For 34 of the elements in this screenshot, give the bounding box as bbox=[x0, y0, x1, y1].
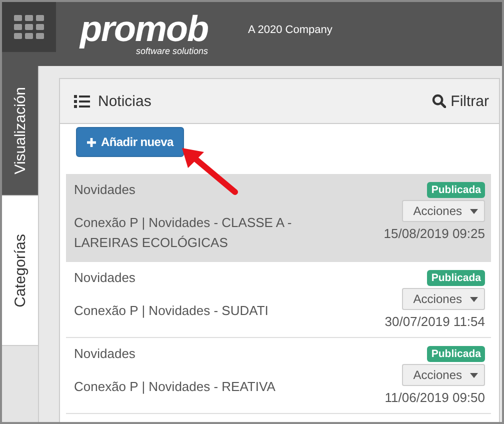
list-icon bbox=[74, 94, 90, 108]
actions-dropdown[interactable]: Acciones bbox=[402, 364, 485, 386]
caret-icon bbox=[470, 208, 478, 214]
news-title: Conexão P | Novidades - CLASSE A - LAREIRAS ECOLÓGICAS bbox=[74, 214, 293, 252]
news-row[interactable]: Novidades Conexão P | Novidades - CLASSE A - LAREIRAS ECOLÓGICAS Publicada Acciones 15/08/2019 09:25 bbox=[66, 174, 491, 262]
news-date: 15/08/2019 09:25 bbox=[384, 226, 485, 241]
apps-menu-button[interactable] bbox=[2, 2, 56, 52]
actions-dropdown[interactable]: Acciones bbox=[402, 288, 485, 310]
actions-dropdown[interactable]: Acciones bbox=[402, 200, 485, 222]
status-badge: Publicada bbox=[427, 270, 485, 286]
news-row[interactable]: Novidades Conexão P | Novidades - REATIVA Publicada Acciones 11/06/2019 09:50 bbox=[66, 338, 491, 414]
caret-icon bbox=[470, 372, 478, 378]
caret-icon bbox=[470, 296, 478, 302]
status-badge: Publicada bbox=[427, 182, 485, 198]
news-title: Conexão P | Novidades - REATIVA bbox=[74, 378, 276, 396]
panel-title: Noticias bbox=[98, 92, 152, 110]
news-category: Novidades bbox=[74, 346, 136, 361]
status-badge: Publicada bbox=[427, 346, 485, 362]
news-date: 30/07/2019 11:54 bbox=[384, 314, 485, 329]
filter-button[interactable]: Filtrar bbox=[432, 92, 489, 110]
news-title: Conexão P | Novidades - SUDATI bbox=[74, 302, 268, 320]
add-new-button[interactable]: Añadir nueva bbox=[76, 127, 184, 157]
news-category: Novidades bbox=[74, 182, 136, 197]
logo-tagline: software solutions bbox=[136, 46, 208, 56]
side-tab[interactable]: Categorías bbox=[2, 196, 38, 346]
side-tab[interactable]: Visualización bbox=[2, 66, 38, 196]
company-label: A 2020 Company bbox=[248, 24, 332, 36]
news-date: 11/06/2019 09:50 bbox=[384, 390, 485, 405]
plus-icon bbox=[87, 138, 96, 146]
news-row[interactable]: Novidades Conexão P | Novidades - SUDATI Publicada Acciones 30/07/2019 11:54 bbox=[66, 262, 491, 338]
annotation-arrow bbox=[180, 146, 240, 196]
search-icon bbox=[432, 94, 446, 108]
news-category: Novidades bbox=[74, 270, 136, 285]
grid-icon bbox=[14, 15, 44, 39]
